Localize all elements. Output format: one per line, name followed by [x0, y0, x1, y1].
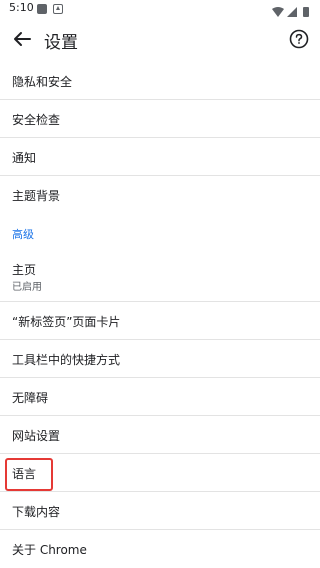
setting-privacy[interactable]: 隐私和安全: [0, 62, 320, 100]
help-circle-icon: [289, 29, 309, 49]
notification-icon: [37, 4, 47, 14]
setting-downloads-label: 下载内容: [12, 505, 61, 519]
app-bar: 设置: [0, 18, 320, 60]
setting-notifications[interactable]: 通知: [0, 138, 320, 176]
setting-accessibility-label: 无障碍: [12, 391, 49, 405]
setting-languages-label: 语言: [12, 467, 37, 481]
setting-homepage-status: 已启用: [12, 282, 42, 293]
page-title: 设置: [44, 33, 78, 53]
setting-safety-check[interactable]: 安全检查: [0, 100, 320, 138]
setting-notifications-label: 通知: [12, 151, 37, 165]
signal-icon: [287, 7, 297, 17]
setting-safety-check-label: 安全检查: [12, 113, 61, 127]
status-time: 5:10: [9, 1, 34, 14]
setting-languages[interactable]: 语言: [0, 454, 320, 492]
setting-downloads[interactable]: 下载内容: [0, 492, 320, 530]
help-button[interactable]: [286, 26, 312, 52]
setting-toolbar-shortcut[interactable]: 工具栏中的快捷方式: [0, 340, 320, 378]
setting-site-settings-label: 网站设置: [12, 429, 61, 443]
status-icons: [272, 3, 312, 17]
status-bar: 5:10: [0, 0, 320, 18]
setting-accessibility[interactable]: 无障碍: [0, 378, 320, 416]
notification-alert-icon: [53, 4, 63, 14]
setting-homepage[interactable]: 主页 已启用: [0, 252, 320, 302]
setting-about-chrome-label: 关于 Chrome: [12, 543, 87, 557]
arrow-left-icon: [14, 32, 31, 46]
setting-themes[interactable]: 主题背景: [0, 176, 320, 214]
section-header-advanced: 高级: [0, 214, 320, 252]
section-header-advanced-label: 高级: [12, 228, 34, 241]
setting-themes-label: 主题背景: [12, 189, 61, 203]
setting-homepage-label: 主页: [12, 263, 37, 277]
battery-icon: [303, 7, 309, 17]
back-button[interactable]: [8, 25, 36, 53]
setting-about-chrome[interactable]: 关于 Chrome: [0, 530, 320, 568]
wifi-icon: [272, 7, 284, 17]
setting-site-settings[interactable]: 网站设置: [0, 416, 320, 454]
setting-privacy-label: 隐私和安全: [12, 75, 73, 89]
setting-new-tab-cards-label: “新标签页”页面卡片: [12, 315, 121, 329]
setting-new-tab-cards[interactable]: “新标签页”页面卡片: [0, 302, 320, 340]
setting-toolbar-shortcut-label: 工具栏中的快捷方式: [12, 353, 121, 367]
